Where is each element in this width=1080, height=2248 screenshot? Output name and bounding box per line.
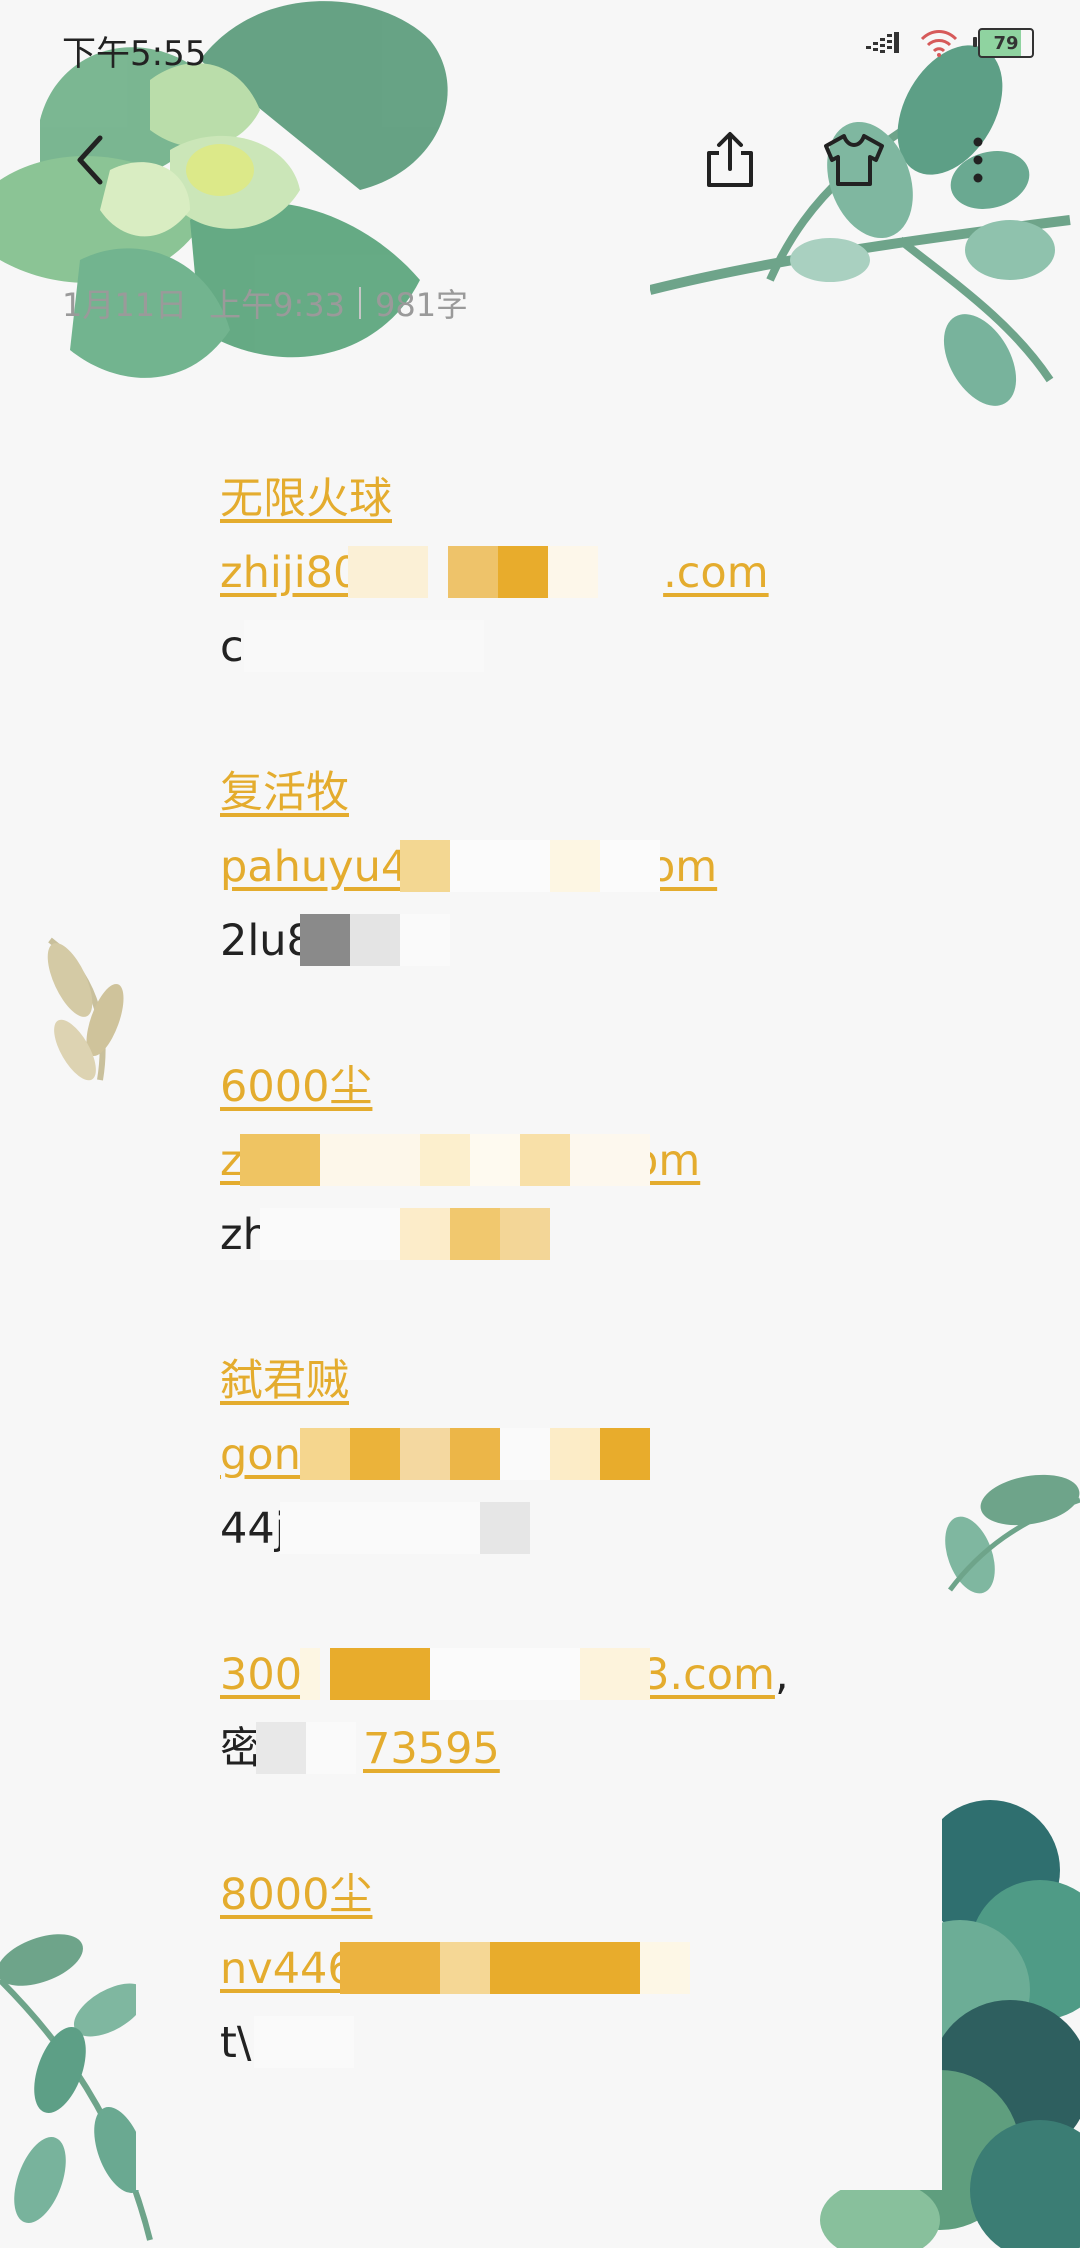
entry-password: 44j (220, 1504, 287, 1554)
leaf-branch-decoration-top-right (650, 45, 1071, 406)
note-time: 上午9:33 (209, 286, 345, 324)
redaction-mosaic (256, 1722, 356, 1774)
status-icons: 79 (866, 28, 1034, 58)
redaction-mosaic (240, 1134, 650, 1186)
redaction-mosaic (340, 1942, 690, 1994)
status-time: 下午5:55 (62, 34, 207, 74)
entry-password: c (220, 622, 244, 672)
note-word-count: 981字 (374, 286, 469, 324)
redaction-mosaic (244, 620, 484, 672)
signal-icon (866, 32, 899, 53)
note-meta: 1月11日 上午9:33 981字 (62, 280, 468, 326)
chevron-left-icon (77, 135, 103, 185)
note-entry: 无限火球 zhiji8056 .com c (220, 462, 860, 684)
entry-title-link[interactable]: 复活牧 (220, 768, 349, 818)
beige-leaf-decoration-left (47, 937, 124, 1081)
note-entry: 300 3.com, 密 73595 (220, 1638, 860, 1786)
tshirt-icon (824, 134, 884, 186)
entry-password-link[interactable]: 73595 (363, 1724, 500, 1774)
entry-title-link[interactable]: 6000尘 (220, 1062, 372, 1112)
entry-comma: , (774, 1650, 789, 1700)
share-icon (707, 132, 753, 187)
entry-account-suffix[interactable]: .com (663, 548, 769, 598)
note-content: 无限火球 zhiji8056 .com c 复活牧 pahuyu462 om 2lu… (220, 462, 860, 2152)
entry-account-link[interactable]: 3.com (642, 1650, 775, 1700)
entry-password: t\ (220, 2018, 252, 2068)
redaction-mosaic (260, 1208, 550, 1260)
redaction-mosaic (254, 2016, 354, 2068)
entry-title-link[interactable]: 无限火球 (220, 474, 392, 524)
battery-icon: 79 (973, 28, 1034, 58)
leaf-decoration-right-middle (945, 1474, 1080, 1594)
back-button[interactable] (54, 124, 126, 196)
redaction-mosaic (400, 840, 660, 892)
note-entry: 6000尘 zongjiao74.com zh (220, 1050, 860, 1272)
redaction-mosaic (348, 546, 598, 598)
theme-button[interactable] (818, 124, 890, 196)
redaction-mosaic (280, 1502, 530, 1554)
note-date: 1月11日 (62, 286, 188, 324)
note-entry: 复活牧 pahuyu462 om 2lu8 (220, 756, 860, 978)
entry-title-link[interactable]: 弑君贼 (220, 1356, 349, 1406)
entry-title-link[interactable]: 8000尘 (220, 1870, 372, 1920)
redaction-mosaic (300, 1648, 650, 1700)
entry-title-link[interactable]: 300 (220, 1650, 302, 1700)
wifi-icon (920, 30, 958, 57)
more-vertical-icon (973, 137, 983, 183)
redaction-mosaic (300, 1428, 650, 1480)
redaction-mosaic (300, 914, 450, 966)
share-button[interactable] (694, 124, 766, 196)
note-entry: 8000尘 nv4468750 t\ (220, 1858, 860, 2080)
meta-divider (358, 287, 361, 319)
note-entry: 弑君贼 gongchm 44j (220, 1344, 860, 1566)
more-button[interactable] (942, 124, 1014, 196)
